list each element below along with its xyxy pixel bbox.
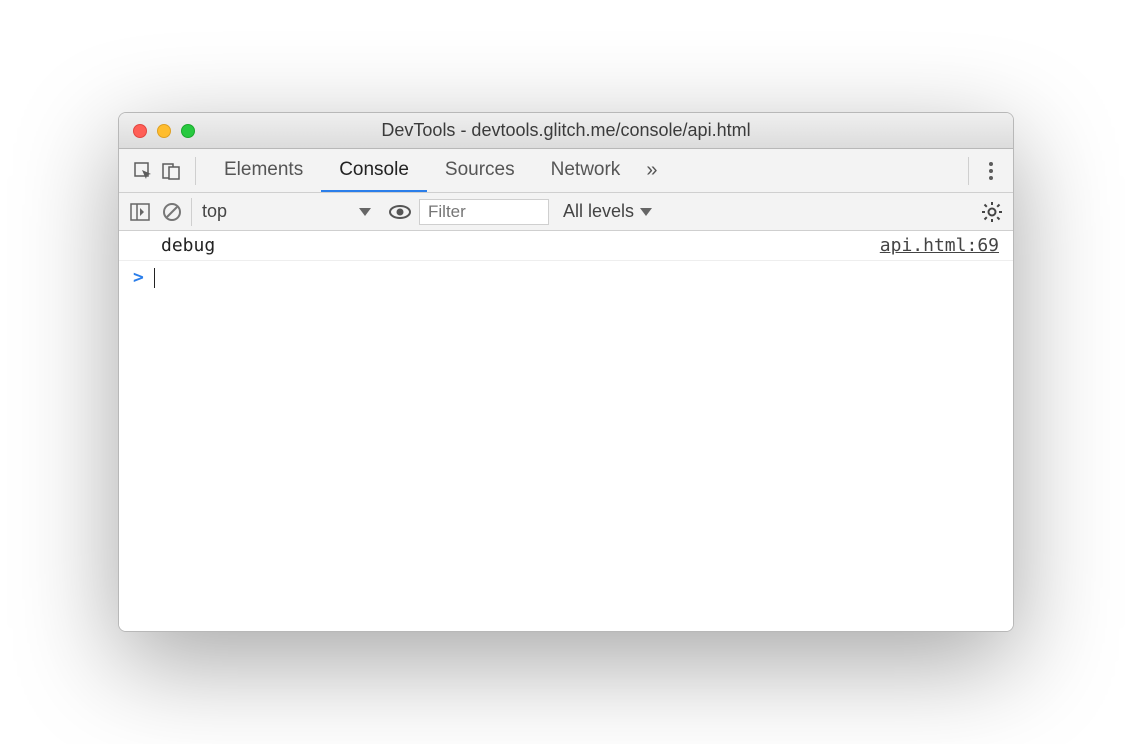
inspect-element-icon[interactable] (129, 157, 157, 185)
devtools-tabbar: Elements Console Sources Network » (119, 149, 1013, 193)
log-levels-select[interactable]: All levels (555, 201, 660, 222)
console-prompt[interactable]: > (119, 261, 1013, 294)
window-title: DevTools - devtools.glitch.me/console/ap… (119, 120, 1013, 141)
zoom-window-button[interactable] (181, 124, 195, 138)
text-cursor (154, 268, 155, 288)
panel-tabs: Elements Console Sources Network (206, 149, 638, 192)
console-message-row: debug api.html:69 (119, 231, 1013, 261)
console-message-source[interactable]: api.html:69 (880, 235, 999, 256)
console-message-text: debug (161, 235, 215, 256)
devtools-window: DevTools - devtools.glitch.me/console/ap… (118, 112, 1014, 632)
divider (195, 157, 196, 185)
toggle-sidebar-icon[interactable] (127, 199, 153, 225)
levels-label: All levels (563, 201, 634, 222)
more-tabs-icon[interactable]: » (638, 159, 665, 182)
tab-network[interactable]: Network (533, 149, 639, 192)
device-toolbar-icon[interactable] (157, 157, 185, 185)
execution-context-select[interactable]: top (191, 198, 381, 226)
tab-elements[interactable]: Elements (206, 149, 321, 192)
tab-console[interactable]: Console (321, 149, 427, 192)
console-output: debug api.html:69 > (119, 231, 1013, 631)
chevron-down-icon (640, 208, 652, 216)
divider (968, 157, 969, 185)
traffic-lights (133, 124, 195, 138)
settings-menu-icon[interactable] (979, 162, 1003, 180)
clear-console-icon[interactable] (159, 199, 185, 225)
filter-input[interactable] (419, 199, 549, 225)
tab-sources[interactable]: Sources (427, 149, 533, 192)
prompt-caret-icon: > (133, 267, 144, 288)
console-toolbar: top All levels (119, 193, 1013, 231)
minimize-window-button[interactable] (157, 124, 171, 138)
live-expression-icon[interactable] (387, 199, 413, 225)
console-settings-icon[interactable] (979, 199, 1005, 225)
close-window-button[interactable] (133, 124, 147, 138)
titlebar: DevTools - devtools.glitch.me/console/ap… (119, 113, 1013, 149)
chevron-down-icon (359, 208, 371, 216)
context-label: top (202, 201, 227, 222)
